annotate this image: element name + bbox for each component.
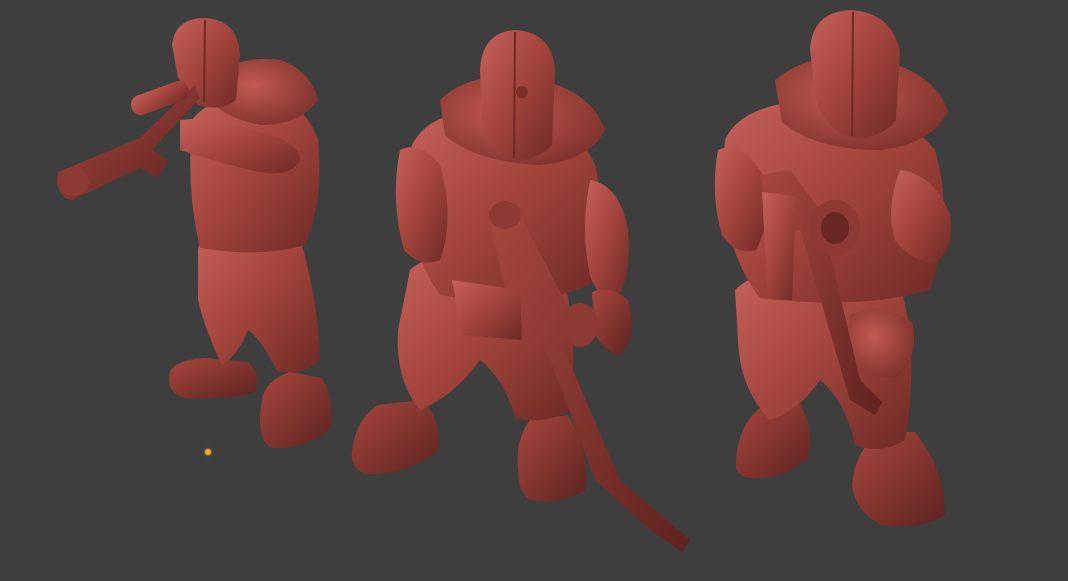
muzzle [57,168,89,196]
3d-viewport[interactable] [0,0,1068,581]
scope-front [562,303,598,347]
boot-right [259,372,332,449]
scope-rear [489,201,521,229]
sculpt-scene [57,10,951,552]
trooper-aiming[interactable] [57,18,332,449]
rifle-stock [452,280,522,340]
arm-right [585,180,629,300]
scope-inner [821,212,849,244]
scene-origin-marker [205,449,211,455]
boot-left [169,358,258,399]
trooper-holding-rifle[interactable] [351,30,690,552]
trooper-rifle-raised[interactable] [714,10,951,527]
boot-right [517,415,586,502]
boot-left [351,400,439,475]
hand-right [592,289,632,355]
